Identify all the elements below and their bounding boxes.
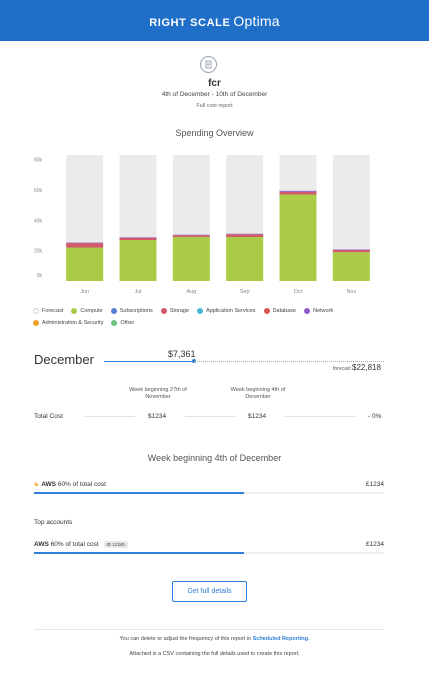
report-dates: 4th of December - 10th of December: [161, 91, 268, 98]
col-head-this-week: Week beginning 4th of December: [230, 387, 286, 400]
month-label: December: [34, 352, 94, 367]
brand-logo[interactable]: RIGHT SCALE Optima: [149, 13, 279, 29]
prev-week-value: $1234: [148, 413, 167, 420]
scheduled-reporting-link[interactable]: Scheduled Reporting: [253, 636, 308, 642]
brand-light-text: Optima: [233, 12, 280, 29]
footer-line-2: Attached is a CSV containing the full de…: [129, 651, 300, 657]
legend-item: Storage: [160, 306, 190, 316]
x-tick-label: Aug: [186, 289, 196, 295]
week-title: Week beginning 4th of December: [147, 453, 282, 463]
aws-cost-value: £1234: [365, 481, 384, 488]
y-tick-label: 40k: [34, 218, 43, 224]
y-tick-label: 0k: [37, 273, 43, 279]
legend-item: Database: [263, 306, 297, 316]
x-tick-label: Oct: [294, 289, 303, 295]
bar-segment-storage: [66, 243, 104, 248]
report-name: fcr: [208, 78, 221, 89]
top-accounts-title: Top accounts: [34, 519, 73, 526]
spending-overview-title: Spending Overview: [175, 128, 254, 138]
legend-swatch: [111, 320, 118, 326]
legend-label: Storage: [169, 308, 190, 314]
bar-segment-compute: [172, 236, 210, 281]
bar-segment-compute: [279, 194, 317, 281]
bar-segment-compute: [119, 240, 157, 281]
report-type: Full cost report: [196, 103, 233, 109]
footer-divider: [34, 629, 384, 630]
header-bar: RIGHT SCALE Optima: [0, 0, 429, 41]
bar-segment-storage: [226, 234, 264, 237]
legend-item: Other: [111, 318, 134, 328]
x-tick-label: Sep: [240, 289, 250, 295]
document-icon: [200, 56, 217, 73]
divider-line: [285, 416, 355, 417]
brand-bold-text: RIGHT SCALE: [149, 16, 231, 29]
legend-swatch: [304, 308, 311, 314]
this-week-value: $1234: [248, 413, 267, 420]
bar-segment-storage: [119, 237, 157, 241]
get-full-details-button[interactable]: Get full details: [172, 581, 247, 602]
legend-item: Network: [304, 306, 333, 316]
aws-cost-row: ☯ AWS 60% of total cost £1234: [34, 481, 384, 488]
account-cost-value: £1234: [365, 541, 384, 548]
forecast-label: forecast: [333, 366, 351, 372]
legend-swatch: [71, 308, 78, 314]
legend-item: Forecast: [33, 306, 63, 316]
change-percent: - 0%: [368, 413, 382, 420]
account-name: AWS: [34, 541, 49, 549]
spend-progress-line: [104, 361, 195, 362]
aws-logo-icon: ☯: [34, 482, 40, 488]
bar-segment-storage: [172, 235, 210, 237]
legend-item: Administration & Security: [33, 318, 103, 328]
forecast-value: $22,818: [352, 363, 381, 372]
bar-segment-storage: [279, 191, 317, 195]
x-tick-label: Nov: [346, 289, 356, 295]
legend-label: Subscriptions: [119, 308, 153, 314]
legend-label: Network: [313, 308, 334, 314]
bar-segment-compute: [226, 236, 264, 281]
bar-segment-compute: [66, 247, 104, 281]
legend-label: Forecast: [42, 308, 64, 314]
legend-item: Application Services: [197, 306, 256, 316]
legend-label: Administration & Security: [42, 320, 104, 326]
x-tick-label: Jun: [80, 289, 89, 295]
col-head-prev-week: Week beginning 27th of November: [129, 387, 187, 400]
legend-swatch: [160, 308, 167, 314]
footer-period: .: [307, 636, 310, 642]
forecast-dotted-line: [194, 361, 384, 362]
bar-segment-compute: [332, 252, 370, 281]
aws-label: AWS: [41, 481, 57, 488]
divider-line: [85, 416, 135, 417]
legend-label: Compute: [80, 308, 103, 314]
bar-segment-network: [279, 190, 317, 192]
legend-label: Other: [120, 320, 135, 326]
chart-legend: Forecast Compute Subscriptions Storage Appli…: [33, 306, 403, 330]
legend-item: Compute: [71, 306, 103, 316]
footer-text: You can delete or adjust the frequency o…: [119, 636, 252, 642]
account-row: AWS 60% of total cost ID 12345 £1234: [34, 541, 384, 548]
account-bar-fill: [34, 552, 244, 554]
legend-swatch: [33, 320, 39, 326]
legend-swatch: [33, 308, 39, 314]
x-tick-label: Jul: [134, 289, 141, 295]
footer-line-1: You can delete or adjust the frequency o…: [0, 636, 429, 642]
y-tick-label: 20k: [34, 249, 43, 255]
y-tick-label: 80k: [34, 158, 43, 164]
total-cost-label: Total Cost: [34, 413, 63, 420]
legend-swatch: [197, 308, 204, 314]
divider-line: [185, 416, 235, 417]
legend-label: Database: [272, 308, 297, 314]
current-spend-value: $7,361: [168, 349, 196, 359]
legend-item: Subscriptions: [110, 306, 153, 316]
aws-pct-text: 60% of total cost: [57, 481, 106, 488]
account-pct-text: 60% of total cost: [50, 541, 99, 549]
y-tick-label: 60k: [34, 188, 43, 194]
legend-swatch: [110, 308, 117, 314]
account-id-badge: ID 12345: [103, 541, 128, 548]
legend-label: Application Services: [206, 308, 256, 314]
spending-chart: 0k 20k 40k 60k 80k Jun Jul Aug Sep Oct Nov: [34, 155, 370, 295]
bar-segment-storage: [332, 249, 370, 253]
aws-bar-fill: [34, 492, 244, 494]
legend-swatch: [263, 308, 270, 314]
